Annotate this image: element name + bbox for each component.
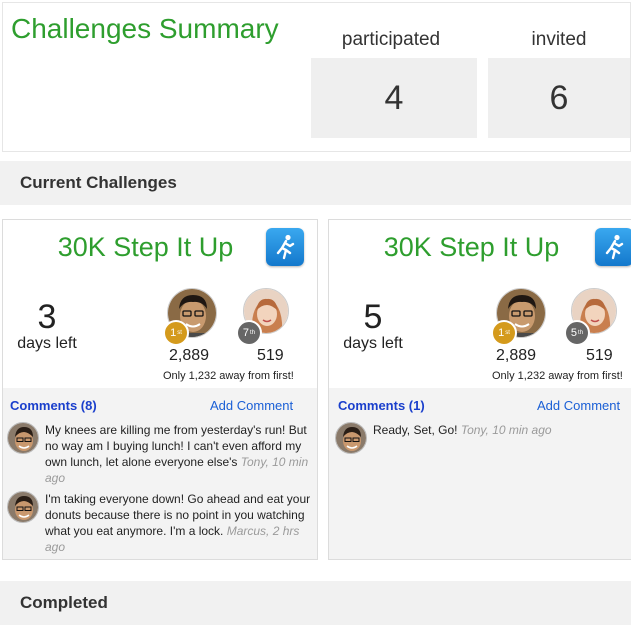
running-man-icon[interactable]: [266, 228, 304, 266]
leader-score: 2,889: [496, 347, 537, 364]
comment-avatar[interactable]: [7, 491, 39, 523]
user-rank-badge: 5th: [564, 320, 590, 346]
leader-rank-badge: 1st: [491, 320, 517, 346]
challenge-title[interactable]: 30K Step It Up: [329, 232, 614, 263]
add-comment-link[interactable]: Add Comment: [537, 398, 620, 413]
comment-avatar[interactable]: [7, 422, 39, 454]
user-score: 519: [257, 347, 284, 364]
completed-header[interactable]: Completed: [0, 581, 631, 625]
comment-text: My knees are killing me from yesterday's…: [45, 423, 309, 485]
completed-label: Completed: [20, 593, 108, 612]
days-left-count: 5: [363, 298, 383, 336]
comments-panel: Comments (1) Add Comment Ready, Set, Go!…: [329, 388, 631, 559]
invited-label: invited: [531, 29, 587, 50]
comment-meta: Tony, 10 min ago: [460, 423, 552, 437]
challenge-card[interactable]: 30K Step It Up 5 days left 1st 2,889 5 t…: [328, 219, 631, 560]
leader-score: 2,889: [169, 347, 210, 364]
current-challenges-label: Current Challenges: [20, 173, 177, 192]
participated-count[interactable]: 4: [311, 58, 477, 138]
away-from-first-text: Only 1,232 away from first!: [163, 370, 294, 382]
invited-count[interactable]: 6: [488, 58, 630, 138]
challenge-title[interactable]: 30K Step It Up: [3, 232, 288, 263]
summary-title: Challenges Summary: [11, 13, 279, 44]
comments-count-link[interactable]: Comments (1): [338, 398, 425, 413]
participated-label: participated: [341, 29, 441, 50]
leader-rank-badge: 1st: [163, 320, 189, 346]
away-from-first-text: Only 1,232 away from first!: [492, 370, 623, 382]
comment-text: I'm taking everyone down! Go ahead and e…: [45, 492, 311, 554]
comment-text: Ready, Set, Go! Tony, 10 min ago: [373, 423, 552, 437]
days-left-count: 3: [37, 298, 57, 336]
challenge-card[interactable]: 30K Step It Up 3 days left 1st 2,889 7 t…: [2, 219, 318, 560]
comments-panel: Comments (8) Add Comment My knees are ki…: [3, 388, 317, 559]
current-challenges-header: Current Challenges: [0, 161, 631, 205]
user-score: 519: [586, 347, 613, 364]
comment-avatar[interactable]: [335, 422, 367, 454]
days-left-label: days left: [17, 335, 77, 352]
challenges-summary-panel: Challenges Summary participated 4 invite…: [2, 2, 631, 152]
user-rank-badge: 7th: [236, 320, 262, 346]
days-left-label: days left: [343, 335, 403, 352]
comments-count-link[interactable]: Comments (8): [10, 398, 97, 413]
running-man-icon[interactable]: [595, 228, 631, 266]
add-comment-link[interactable]: Add Comment: [210, 398, 293, 413]
